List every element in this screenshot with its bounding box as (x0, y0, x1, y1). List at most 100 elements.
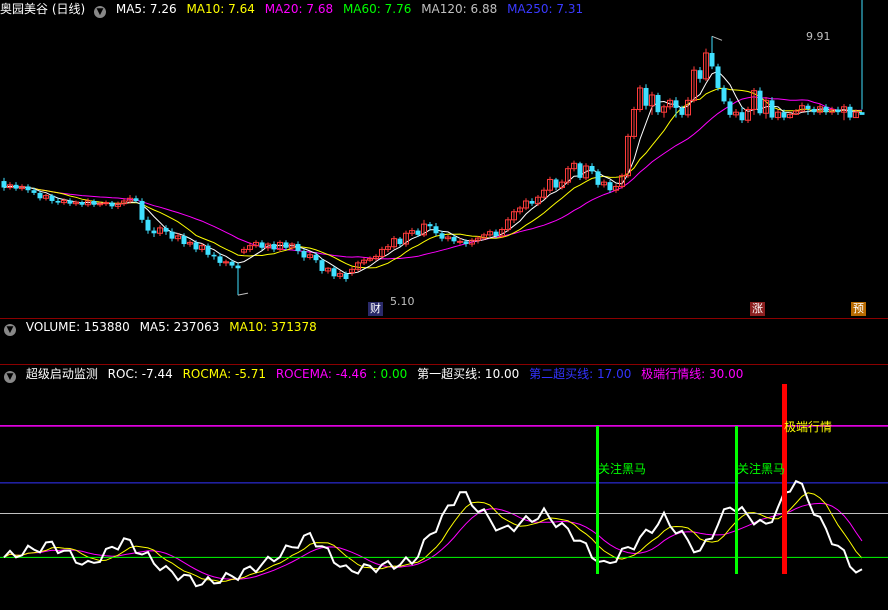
candle-body (295, 244, 301, 252)
candle-body (169, 231, 175, 239)
badge-cai[interactable]: 财 (368, 302, 383, 316)
candle-body (397, 238, 403, 245)
candle-body (577, 163, 583, 178)
candle-body (91, 200, 97, 205)
candle-body (79, 202, 85, 205)
candle-body (205, 245, 211, 255)
indicator-panel (0, 384, 888, 588)
indicator-name[interactable]: 超级启动监测 (26, 367, 98, 381)
ma60-label: MA60: 7.76 (342, 2, 412, 16)
candle-body (847, 106, 853, 118)
rocma-label: ROCMA: -5.71 (182, 367, 266, 381)
high-value: 9.91 (806, 30, 831, 43)
volume-label: VOLUME: 153880 (25, 320, 130, 334)
low-label: 5.10 (390, 295, 415, 308)
collapse-icon[interactable]: ▼ (4, 324, 16, 336)
vol-ma5-label: MA5: 237063 (139, 320, 220, 334)
candle-body (529, 200, 535, 204)
ma120-label: MA120: 6.88 (421, 2, 498, 16)
candle-body (709, 52, 715, 67)
candle-body (769, 100, 775, 118)
high-label: 9.91 (806, 30, 831, 43)
candle-body (673, 100, 679, 108)
candle-body (607, 182, 613, 191)
badge-yu[interactable]: 预 (851, 302, 866, 316)
signal3-label: 极端行情 (784, 420, 833, 434)
candle-body (1, 181, 7, 188)
candle-body (313, 254, 319, 261)
candle-body (727, 101, 733, 115)
candle-body (721, 87, 727, 102)
ma250-label: MA250: 7.31 (507, 2, 584, 16)
candle-body (553, 179, 559, 188)
candle-body (151, 230, 157, 234)
price-header: 奥园美谷 (日线) ▼ MA5: 7.26 MA10: 7.64 MA20: 7… (0, 1, 589, 18)
ma20-label: MA20: 7.68 (264, 2, 334, 16)
collapse-icon[interactable]: ▼ (4, 371, 16, 383)
candle-body (343, 273, 349, 280)
candle-body (493, 231, 499, 236)
candle-body (109, 202, 115, 207)
candle-body (217, 256, 223, 263)
ma5-label: MA5: 7.26 (115, 2, 177, 16)
ma20-line (3, 96, 863, 260)
vol-ma10-label: MA10: 371378 (229, 320, 317, 334)
collapse-icon[interactable]: ▼ (94, 6, 107, 18)
zero-label: : 0.00 (372, 367, 408, 381)
signal-bar (782, 384, 787, 574)
candle-body (193, 242, 199, 250)
candle-body (439, 233, 445, 239)
candle-body (211, 254, 217, 257)
candle-body (139, 200, 145, 220)
candle-body (457, 240, 463, 243)
candle-body (133, 198, 139, 201)
candle-body (181, 235, 187, 245)
candle-body (427, 224, 433, 227)
line3-label: 极端行情线: 30.00 (641, 367, 744, 381)
candle-body (31, 190, 37, 193)
candle-body (757, 90, 763, 114)
candle-body (331, 268, 337, 277)
candle-body (679, 107, 685, 115)
candle-body (301, 251, 307, 258)
rocma-line (3, 492, 863, 583)
candle-body (655, 94, 661, 113)
high-pointer (711, 35, 723, 41)
candle-body (49, 195, 55, 201)
candle-body (433, 226, 439, 234)
candle-body (595, 171, 601, 185)
candle-body (235, 265, 241, 269)
line1-label: 第一超买线: 10.00 (417, 367, 520, 381)
roc-line (3, 479, 863, 588)
volume-header: ▼ VOLUME: 153880 MA5: 237063 MA10: 37137… (0, 319, 323, 336)
candle-body (811, 108, 817, 113)
candle-body (13, 184, 19, 189)
candle-body (145, 219, 151, 231)
low-value: 5.10 (390, 295, 415, 308)
candle-body (415, 230, 421, 235)
candle-body (697, 70, 703, 79)
badge-zhang[interactable]: 涨 (750, 302, 765, 316)
candle-body (823, 106, 829, 113)
candle-body (589, 166, 595, 172)
candle-body (55, 200, 61, 203)
candle-body (259, 242, 265, 248)
candle-body (25, 186, 31, 191)
candle-body (319, 260, 325, 271)
candle-body (229, 261, 235, 266)
signal-bar (596, 426, 599, 574)
rocema-line (3, 502, 863, 580)
indicator-header: ▼ 超级启动监测 ROC: -7.44 ROCMA: -5.71 ROCEMA:… (0, 366, 749, 383)
signal1-label: 关注黑马 (598, 462, 647, 476)
rocema-label: ROCEMA: -4.46 (275, 367, 367, 381)
roc-label: ROC: -7.44 (107, 367, 173, 381)
candle-body (643, 87, 649, 106)
stock-name[interactable]: 奥园美谷 (日线) (0, 2, 85, 16)
candle-body (739, 112, 745, 121)
candle-body (715, 66, 721, 88)
ma10-label: MA10: 7.64 (186, 2, 255, 16)
candle-body (451, 237, 457, 242)
signal-bar (735, 426, 738, 574)
candle-body (67, 200, 73, 204)
candle-body (859, 112, 865, 115)
